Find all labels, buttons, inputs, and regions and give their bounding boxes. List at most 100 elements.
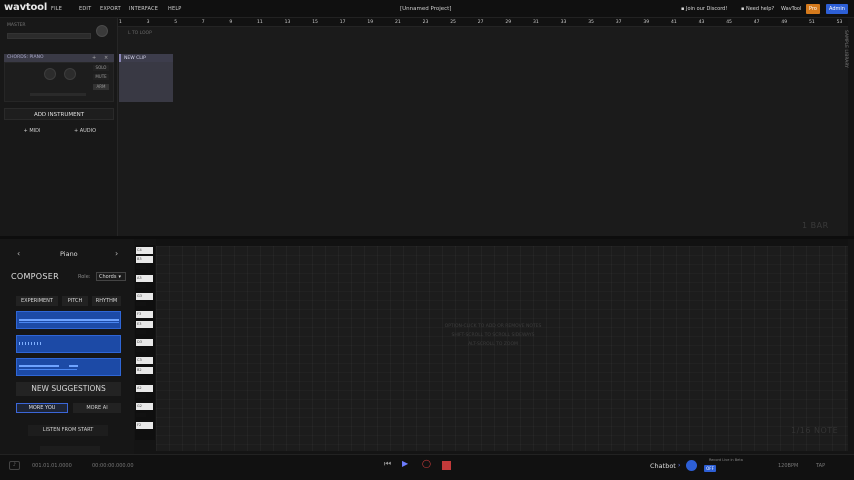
tab-experiment[interactable]: EXPERIMENT [16,296,58,306]
piano-key[interactable]: G2 [136,403,153,411]
piano-roll-ruler[interactable] [156,239,848,246]
piano-key[interactable] [136,375,146,380]
menu-interface[interactable]: INTERFACE [129,6,158,12]
suggestion-card[interactable] [16,311,121,329]
discord-link[interactable]: ▪ Join our Discord! [681,6,727,12]
track-add-icon[interactable]: + [92,55,96,61]
loop-record-icon[interactable] [442,461,451,470]
piano-key[interactable]: C4 [136,247,153,254]
piano-key[interactable]: A3 [136,274,153,282]
piano-key[interactable] [136,283,146,288]
chevron-left-icon[interactable]: ‹ [17,249,20,258]
master-volume-slider[interactable] [7,33,91,39]
position-readout: 001.01.01.0000 [32,463,72,469]
sample-library-tab[interactable]: SAMPLE LIBRARY [840,30,850,80]
role-select[interactable]: Chords ▾ [96,272,126,281]
admin-button[interactable]: Admin [826,4,848,14]
piano-key[interactable]: C3 [136,357,153,365]
composer-extra-button[interactable] [40,446,100,454]
ruler-bar-number: 27 [477,20,484,25]
add-instrument-button[interactable]: ADD INSTRUMENT [4,108,114,120]
pro-badge[interactable]: Pro [806,4,820,14]
piano-key[interactable] [136,412,146,417]
play-icon[interactable]: ▶ [402,459,408,468]
instrument-name: Piano [60,250,78,258]
master-label: MASTER [7,23,26,28]
menu-help[interactable]: HELP [168,6,182,12]
tab-rhythm[interactable]: RHYTHM [92,296,121,306]
help-link-label: Need help? [745,6,775,12]
ruler-bar-number: 17 [339,20,346,25]
new-suggestions-button[interactable]: NEW SUGGESTIONS [16,382,121,396]
wavtool-link[interactable]: WavTool [781,6,801,12]
chatbot-icon[interactable] [686,460,697,471]
record-icon[interactable]: ◯ [422,459,431,468]
suggestion-card[interactable] [16,335,121,353]
arm-button[interactable]: ARM [93,84,109,90]
project-title[interactable]: [Unnamed Project] [400,6,451,12]
chevron-right-icon[interactable]: › [115,249,118,258]
app-logo: wavtool [4,2,48,13]
metronome-icon[interactable]: ♪ [9,461,20,470]
piano-roll-hint: ALT-SCROLL TO ZOOM [468,342,518,347]
piano-key[interactable]: D3 [136,339,153,346]
menu-file[interactable]: FILE [51,6,62,12]
tab-pitch[interactable]: PITCH [62,296,88,306]
ruler-bar-number: 39 [643,20,650,25]
piano-key[interactable]: B2 [136,366,153,374]
chevron-right-icon[interactable]: › [678,462,680,469]
tap-tempo-button[interactable]: TAP [816,463,825,469]
piano-key[interactable]: G3 [136,293,153,300]
loop-label: L TO LOOP [128,31,152,36]
clip-name[interactable]: NEW CLIP [124,56,146,61]
chatbot-label[interactable]: Chatbot [650,462,676,470]
menu-export[interactable]: EXPORT [100,6,121,12]
solo-button[interactable]: SOLO [93,65,109,71]
piano-key[interactable]: A2 [136,385,153,392]
track-pan-knob[interactable] [64,68,76,80]
ruler-bar-number: 21 [395,20,401,25]
help-link[interactable]: ▪ Need help? [741,6,774,12]
piano-key[interactable]: F3 [136,311,153,319]
ruler-bar-number: 53 [836,20,843,25]
track-volume-knob[interactable] [44,68,56,80]
piano-key[interactable] [136,394,146,399]
zoom-bar-label: 1 BAR [802,221,829,230]
piano-key[interactable] [136,302,146,307]
midi-clip[interactable] [119,62,173,102]
rewind-icon[interactable]: ⏮ [384,459,391,469]
add-audio-button[interactable]: + AUDIO [60,126,110,136]
track-close-icon[interactable]: × [104,55,108,61]
more-ai-button[interactable]: MORE AI [73,403,121,413]
ruler-bar-number: 3 [146,20,150,25]
piano-key[interactable]: E3 [136,320,153,328]
piano-roll-grid[interactable] [156,246,848,451]
track-name[interactable]: CHORDS: PIANO [7,55,44,60]
bpm-readout[interactable]: 120BPM [778,463,798,469]
ruler-bar-number: 9 [229,20,233,25]
mute-button[interactable]: MUTE [93,74,109,80]
chatbot-toggle[interactable]: OFF [704,465,716,472]
ruler-bar-number: 13 [284,20,291,25]
piano-key[interactable] [136,329,146,334]
add-midi-button[interactable]: + MIDI [7,126,57,136]
piano-key[interactable]: B3 [136,256,153,264]
ruler-bar-number: 33 [560,20,567,25]
ruler-bar-number: 37 [615,20,622,25]
ruler-bar-number: 19 [367,20,374,25]
listen-from-start-button[interactable]: LISTEN FROM START [28,425,108,436]
piano-key[interactable] [136,348,146,353]
ruler-bar-number: 25 [450,20,456,25]
ruler-bar-number: 35 [588,20,594,25]
suggestion-card[interactable] [16,358,121,376]
menu-edit[interactable]: EDIT [79,6,91,12]
ruler-bar-number: 15 [312,20,318,25]
piano-key[interactable] [136,265,146,270]
piano-roll-hint: OPTION-CLICK TO ADD OR REMOVE NOTES [444,324,542,329]
role-label: Role: [78,274,91,280]
composer-title: COMPOSER [11,272,59,281]
master-pan-knob[interactable] [96,25,108,37]
more-you-button[interactable]: MORE YOU [16,403,68,413]
piano-key[interactable]: F2 [136,421,153,429]
arrangement-area[interactable] [118,27,848,236]
